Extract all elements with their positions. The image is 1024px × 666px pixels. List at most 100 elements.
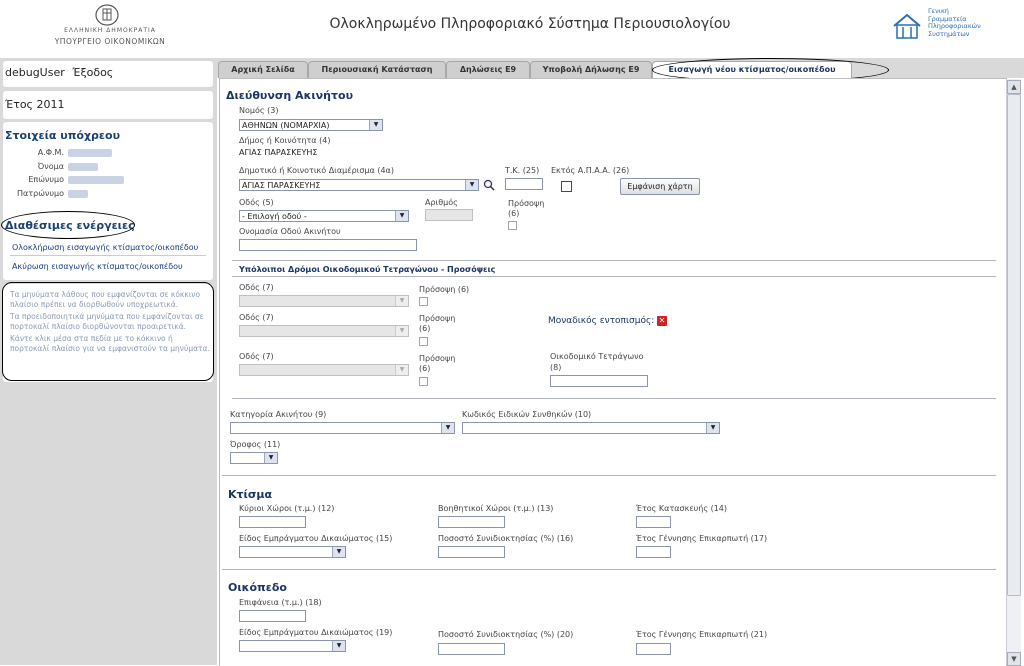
plot-usufruct-input[interactable] — [636, 643, 671, 655]
user-line: debugUser Έξοδος — [5, 66, 117, 79]
usufruct-year-input[interactable] — [636, 546, 671, 558]
main-area-label: Κύριοι Χώροι (τ.μ.) (12) — [239, 504, 335, 513]
prosopsi-label-2: Πρόσοψη — [419, 314, 456, 323]
building-title: Κτίσμα — [228, 488, 273, 501]
page-title: Ολοκληρωμένο Πληροφοριακό Σύστημα Περιου… — [329, 16, 731, 32]
prosopsi-checkbox-2[interactable] — [419, 337, 428, 346]
gsis-logo-text: Γενική Γραμματεία Πληροφοριακών Συστημάτ… — [928, 7, 981, 38]
scroll-thumb[interactable] — [1007, 94, 1021, 596]
onomasia-label: Ονομασία Οδού Ακινήτου — [239, 227, 341, 236]
prosopsi-label: Πρόσοψη — [508, 199, 545, 208]
fathername-label: Πατρώνυμο — [17, 189, 64, 198]
nomos-select[interactable]: ΑΘΗΝΩΝ (ΝΟΜΑΡΧΙΑ) ▼ — [239, 119, 383, 131]
chevron-down-icon: ▼ — [264, 453, 277, 463]
tk-input[interactable] — [505, 178, 543, 190]
gov-line-1: ΕΛΛΗΝΙΚΗ ΔΗΜΟΚΡΑΤΙΑ — [64, 27, 156, 34]
divider — [232, 260, 996, 261]
plot-usufruct-label: Έτος Γέννησης Επικαρπωτή (21) — [636, 630, 768, 639]
plot-right-type-label: Είδος Εμπράγματου Δικαιώματος (19) — [239, 628, 393, 637]
chevron-down-icon: ▼ — [706, 423, 719, 433]
tab-submit-e9[interactable]: Υποβολή Δήλωσης Ε9 — [530, 61, 652, 78]
divider — [232, 276, 996, 277]
prosopsi-checkbox-3[interactable] — [419, 377, 428, 386]
chevron-down-icon: ▼ — [332, 641, 345, 651]
chevron-down-icon: ▼ — [369, 120, 382, 130]
search-icon[interactable] — [483, 179, 495, 191]
chevron-down-icon: ▼ — [395, 326, 408, 336]
build-year-input[interactable] — [636, 516, 671, 528]
surname-label: Επώνυμο — [28, 175, 64, 184]
other-streets-title: Υπόλοιποι Δρόμοι Οικοδομικού Τετραγώνου … — [239, 265, 496, 274]
arithmos-input[interactable] — [425, 209, 473, 221]
odos-value: - Επιλογή οδού - — [242, 212, 307, 221]
ektos-checkbox[interactable] — [561, 181, 572, 192]
block-num: (8) — [550, 363, 562, 372]
chevron-down-icon: ▼ — [395, 365, 408, 375]
header: ΕΛΛΗΝΙΚΗ ΔΗΜΟΚΡΑΤΙΑ ΥΠΟΥΡΓΕΙΟ ΟΙΚΟΝΟΜΙΚΩ… — [0, 0, 1024, 58]
cancel-entry-link[interactable]: Ακύρωση εισαγωγής κτίσματος/οικοπέδου — [12, 262, 183, 271]
greek-emblem-icon — [95, 4, 119, 26]
prosopsi-checkbox[interactable] — [508, 221, 517, 230]
main-area-input[interactable] — [239, 516, 306, 528]
special-code-select[interactable]: ▼ — [462, 422, 720, 434]
prosopsi-num-2: (6) — [419, 324, 431, 333]
logout-link[interactable]: Έξοδος — [72, 66, 113, 79]
address-title: Διεύθυνση Ακινήτου — [226, 89, 353, 102]
tab-e9-declarations[interactable]: Δηλώσεις Ε9 — [446, 61, 530, 78]
plot-area-input[interactable] — [239, 610, 306, 622]
block-label: Οικοδομικό Τετράγωνο — [550, 352, 644, 361]
diamerisma-label: Δημοτικό ή Κοινοτικό Διαμέρισμα (4α) — [239, 166, 394, 175]
odos7-select-2[interactable]: ▼ — [239, 325, 409, 337]
category-select[interactable]: ▼ — [230, 422, 455, 434]
block-input[interactable] — [550, 375, 648, 387]
divider — [222, 475, 996, 476]
plot-right-type-select[interactable]: ▼ — [239, 640, 346, 652]
plot-share-input[interactable] — [438, 643, 505, 655]
tab-assets[interactable]: Περιουσιακή Κατάσταση — [308, 61, 446, 78]
afm-value — [68, 149, 112, 157]
diamerisma-value: ΑΓΙΑΣ ΠΑΡΑΣΚΕΥΗΣ — [242, 181, 321, 190]
name-value — [68, 163, 98, 171]
chevron-down-icon: ▼ — [332, 547, 345, 557]
dimos-value: ΑΓΙΑΣ ΠΑΡΑΣΚΕΥΗΣ — [239, 148, 318, 157]
chevron-down-icon: ▼ — [395, 296, 408, 306]
floor-select[interactable]: ▼ — [230, 452, 278, 464]
divider — [232, 398, 996, 399]
divider — [222, 569, 996, 570]
aux-area-label: Βοηθητικοί Χώροι (τ.μ.) (13) — [438, 504, 554, 513]
onomasia-input[interactable] — [239, 239, 417, 251]
prosopsi-checkbox-1[interactable] — [419, 297, 428, 306]
fathername-value — [68, 190, 88, 198]
nomos-value: ΑΘΗΝΩΝ (ΝΟΜΑΡΧΙΑ) — [242, 121, 330, 130]
unique-location-label: Μοναδικός εντοπισμός: — [548, 316, 655, 326]
plot-title: Οικόπεδο — [228, 581, 287, 594]
tax-year: Έτος 2011 — [5, 98, 65, 111]
show-map-button[interactable]: Εμφάνιση χάρτη — [620, 178, 700, 195]
plot-share-label: Ποσοστό Συνιδιοκτησίας (%) (20) — [438, 630, 574, 639]
tab-home[interactable]: Αρχική Σελίδα — [218, 61, 308, 78]
diamerisma-select[interactable]: ΑΓΙΑΣ ΠΑΡΑΣΚΕΥΗΣ ▼ — [239, 179, 479, 191]
odos7-select-1[interactable]: ▼ — [239, 295, 409, 307]
odos-select[interactable]: - Επιλογή οδού - ▼ — [239, 210, 409, 222]
right-type-select[interactable]: ▼ — [239, 546, 346, 558]
prosopsi-label-3: Πρόσοψη — [419, 354, 456, 363]
aux-area-input[interactable] — [438, 516, 505, 528]
chevron-down-icon: ▼ — [441, 423, 454, 433]
share-label: Ποσοστό Συνιδιοκτησίας (%) (16) — [438, 534, 574, 543]
floor-label: Όροφος (11) — [230, 440, 281, 449]
chevron-down-icon: ▼ — [465, 180, 478, 190]
share-input[interactable] — [438, 546, 505, 558]
scroll-down-icon[interactable]: ▼ — [1007, 652, 1021, 666]
odos7-select-3[interactable]: ▼ — [239, 364, 409, 376]
highlight-rect-hints — [2, 282, 214, 381]
name-label: Όνομα — [37, 162, 64, 171]
prosopsi-label-1: Πρόσοψη (6) — [419, 285, 470, 294]
scroll-up-icon[interactable]: ▲ — [1007, 80, 1021, 94]
odos7-label-2: Οδός (7) — [239, 313, 274, 322]
prosopsi-num: (6) — [508, 209, 520, 218]
ektos-label: Εκτός Α.Π.Α.Α. (26) — [551, 166, 630, 175]
complete-entry-link[interactable]: Ολοκλήρωση εισαγωγής κτίσματος/οικοπέδου — [12, 243, 198, 252]
divider — [10, 255, 206, 256]
odos-label: Οδός (5) — [239, 198, 274, 207]
taxpayer-title: Στοιχεία υπόχρεου — [5, 129, 121, 142]
